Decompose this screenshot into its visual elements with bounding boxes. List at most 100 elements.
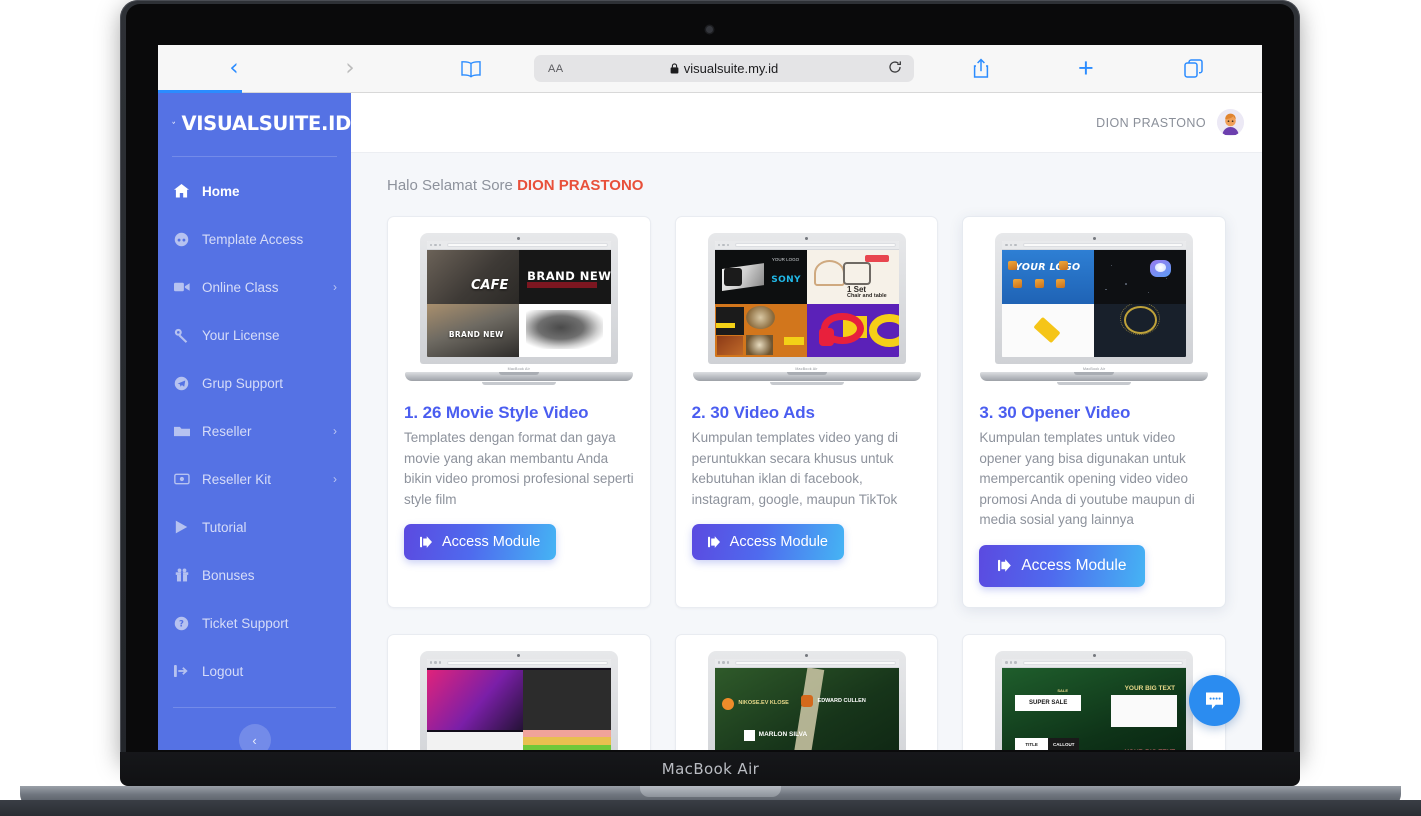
forward-button[interactable]: › <box>322 57 378 80</box>
back-button[interactable]: ‹ <box>206 57 262 80</box>
tabs-overview-icon[interactable] <box>1184 59 1203 78</box>
address-bar[interactable]: AA visualsuite.my.id <box>534 55 914 82</box>
reader-book-icon[interactable] <box>460 60 482 78</box>
button-label: Access Module <box>442 534 541 551</box>
top-header-bar: DION PRASTONO <box>351 93 1262 153</box>
play-icon <box>173 520 190 534</box>
brand-logo[interactable]: VISUALSUITE.ID <box>158 93 351 153</box>
svg-text:?: ? <box>179 618 184 628</box>
sidebar-item-reseller[interactable]: Reseller › <box>158 407 351 455</box>
main-content: DION PRASTONO Halo Selamat Sore DION PRA… <box>351 93 1262 750</box>
module-card[interactable]: YOUR LOGO MacBook Air 3. 30 Opener Video… <box>962 216 1227 608</box>
sidebar-item-tutorial[interactable]: Tutorial <box>158 503 351 551</box>
visualsuite-logo-icon <box>172 121 176 125</box>
greeting-text: Halo Selamat Sore DION PRASTONO <box>387 177 1226 194</box>
app-root: VISUALSUITE.ID Home Template Access Onli… <box>158 93 1262 750</box>
sidebar-label: Online Class <box>202 279 279 295</box>
sign-in-icon <box>707 536 720 548</box>
sidebar-label: Grup Support <box>202 375 284 391</box>
sidebar-divider <box>173 707 336 708</box>
module-card[interactable]: MacBook Air <box>387 633 651 750</box>
avatar[interactable] <box>1217 109 1244 136</box>
folder-icon <box>173 425 190 438</box>
sidebar-item-bonuses[interactable]: Bonuses <box>158 551 351 599</box>
access-module-button[interactable]: Access Module <box>979 544 1146 587</box>
sidebar-nav: Home Template Access Online Class › Your… <box>158 157 351 695</box>
module-card-grid-row2: MacBook Air <box>387 633 1227 750</box>
macbook-model-label: MacBook Air <box>661 760 760 778</box>
card-description: Kumpulan templates untuk video opener ya… <box>979 430 1195 528</box>
module-card[interactable]: NIKOSE.EV KLOSE EDWARD CULLEN MARLON SIL… <box>674 633 939 750</box>
sidebar-label: Home <box>202 183 240 199</box>
key-icon <box>173 328 190 343</box>
sidebar-item-grup-support[interactable]: Grup Support <box>158 359 351 407</box>
home-icon <box>173 184 190 198</box>
button-label: Access Module <box>1021 556 1127 574</box>
sidebar-label: Reseller <box>202 423 252 439</box>
sidebar-label: Logout <box>202 663 244 679</box>
sidebar-collapse-button[interactable]: ‹ <box>238 724 271 750</box>
help-icon: ? <box>173 616 190 631</box>
sidebar-item-online-class[interactable]: Online Class › <box>158 263 351 311</box>
module-card-grid: CAFE BRAND NEW BRAND NEW MacBook Air 1. … <box>387 216 1227 608</box>
sign-in-icon <box>420 536 432 548</box>
brand-name: VISUALSUITE.ID <box>181 111 351 135</box>
chevron-right-icon: › <box>333 280 337 294</box>
dashboard-content: Halo Selamat Sore DION PRASTONO CAFE BRA… <box>351 153 1262 750</box>
laptop-base-shadow <box>0 800 1421 816</box>
chat-support-button[interactable] <box>1189 675 1240 726</box>
card-title: 2. 30 Video Ads <box>691 403 815 422</box>
card-thumbnail: YOUR LOGO MacBook Air <box>979 233 1209 391</box>
sidebar-label: Your License <box>202 327 280 343</box>
gift-icon <box>173 568 190 582</box>
lock-icon <box>670 63 679 74</box>
sidebar-item-your-license[interactable]: Your License <box>158 311 351 359</box>
card-thumbnail: NIKOSE.EV KLOSE EDWARD CULLEN MARLON SIL… <box>692 650 922 750</box>
url-hostname: visualsuite.my.id <box>683 61 779 76</box>
module-card[interactable]: CAFE BRAND NEW BRAND NEW MacBook Air 1. … <box>387 216 651 608</box>
header-user-name: DION PRASTONO <box>1096 115 1206 130</box>
card-description: Templates dengan format dan gaya movie y… <box>404 430 634 507</box>
screenshot-stage: ‹ › AA visualsuite.my.id + VISUALSUITE.I… <box>0 0 1421 816</box>
card-title: 1. 26 Movie Style Video <box>404 403 589 422</box>
browser-toolbar: ‹ › AA visualsuite.my.id + <box>158 45 1262 93</box>
share-icon[interactable] <box>972 58 990 79</box>
sidebar-label: Bonuses <box>202 567 255 583</box>
sidebar-item-reseller-kit[interactable]: Reseller Kit › <box>158 455 351 503</box>
sidebar-item-logout[interactable]: Logout <box>158 647 351 695</box>
money-icon <box>173 473 190 485</box>
telegram-icon <box>173 376 190 391</box>
new-tab-icon[interactable]: + <box>1078 54 1094 81</box>
chevron-right-icon: › <box>333 472 337 486</box>
greeting-user-name: DION PRASTONO <box>517 177 644 194</box>
button-label: Access Module <box>729 534 828 551</box>
greeting-prefix: Halo Selamat Sore <box>387 177 518 194</box>
module-card[interactable]: SALE SUPER SALE YOUR BIG TEXT TITLE CALLO… <box>962 633 1227 750</box>
card-thumbnail: MacBook Air <box>404 650 634 750</box>
user-avatar-icon <box>1217 109 1244 136</box>
url-text: visualsuite.my.id <box>534 61 914 76</box>
card-thumbnail: SALE SUPER SALE YOUR BIG TEXT TITLE CALLO… <box>979 650 1209 750</box>
chevron-right-icon: › <box>333 424 337 438</box>
sidebar-item-ticket-support[interactable]: ? Ticket Support <box>158 599 351 647</box>
video-icon <box>173 281 190 293</box>
sidebar-label: Ticket Support <box>202 615 289 631</box>
sidebar-label: Template Access <box>202 231 304 247</box>
card-thumbnail: YOUR LOGO SONY 1 Set Chair and table Mac… <box>692 233 922 391</box>
access-module-button[interactable]: Access Module <box>404 524 557 561</box>
reload-icon[interactable] <box>888 60 902 78</box>
chat-bubble-icon <box>1206 692 1223 709</box>
sidebar-item-home[interactable]: Home <box>158 167 351 215</box>
logout-icon <box>173 664 190 678</box>
sidebar-item-template-access[interactable]: Template Access <box>158 215 351 263</box>
module-card[interactable]: YOUR LOGO SONY 1 Set Chair and table Mac… <box>674 216 939 608</box>
access-module-button[interactable]: Access Module <box>691 524 844 561</box>
laptop-base-notch <box>640 786 781 797</box>
sidebar-label: Tutorial <box>202 519 247 535</box>
card-description: Kumpulan templates video yang di peruntu… <box>691 430 899 507</box>
text-size-button[interactable]: AA <box>548 63 563 75</box>
sidebar: VISUALSUITE.ID Home Template Access Onli… <box>158 93 351 750</box>
card-thumbnail: CAFE BRAND NEW BRAND NEW MacBook Air <box>404 233 634 391</box>
browser-viewport: ‹ › AA visualsuite.my.id + VISUALSUITE.I… <box>158 45 1262 750</box>
sign-in-icon <box>998 559 1012 572</box>
